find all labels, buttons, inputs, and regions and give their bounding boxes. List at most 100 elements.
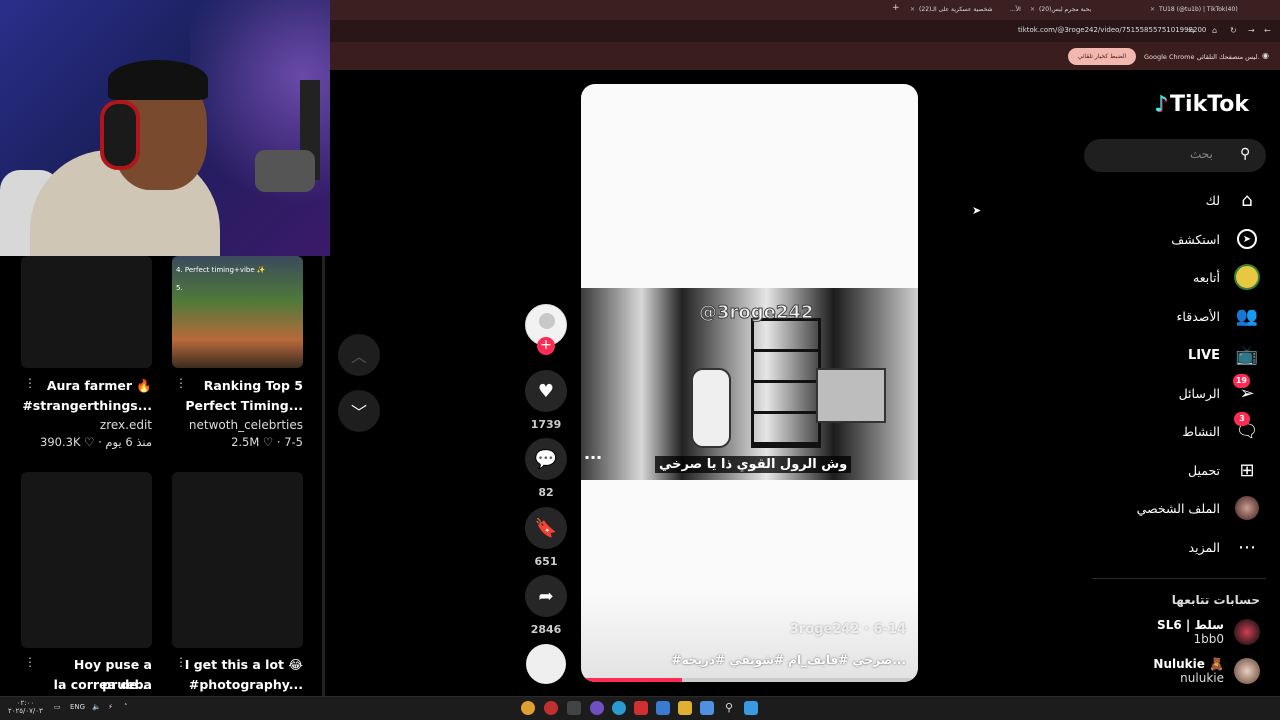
search-icon[interactable]: ⚲ (1240, 146, 1250, 162)
tab-title: (22)شخصية عسكرية على الـ (919, 6, 993, 13)
home-icon[interactable]: ⌂ (1212, 26, 1217, 35)
sidebar-item-label: الرسائل (1178, 385, 1220, 401)
default-browser-infobar (330, 42, 1280, 70)
friends-icon: 👥 (1235, 305, 1259, 327)
followed-account[interactable]: Nulukie 🧸 nulukie (1153, 657, 1260, 685)
battery-icon[interactable]: ⚡ (108, 703, 113, 711)
save-button[interactable]: 🔖 (525, 507, 567, 549)
sidebar-divider (1092, 578, 1266, 579)
follow-button[interactable]: + (537, 337, 555, 355)
forward-icon[interactable]: → (1248, 26, 1255, 35)
clock-time: ٠٢:٠٠ (16, 699, 35, 707)
app-taskbar-icon[interactable] (590, 701, 604, 715)
like-count: 1739 (530, 418, 562, 431)
edge-taskbar-icon[interactable] (612, 701, 626, 715)
tab-title: ...الأ (1010, 6, 1021, 13)
app-taskbar-icon[interactable] (700, 701, 714, 715)
sidebar-item-label: استكشف (1171, 231, 1220, 247)
activity-icon: 🗨 3 (1234, 412, 1259, 442)
store-taskbar-icon[interactable] (656, 701, 670, 715)
network-icon[interactable]: ▭ (54, 703, 61, 711)
card-title[interactable]: Aura farmer 🔥 (21, 376, 152, 396)
share-arrow-icon: ➦ (538, 585, 554, 607)
app-taskbar-icon[interactable] (567, 701, 581, 715)
share-button[interactable]: ➦ (525, 575, 567, 617)
card-title[interactable]: #strangerthings... (21, 396, 152, 416)
close-icon[interactable]: ✕ (910, 6, 915, 13)
tiktok-logo[interactable]: ♪TikTok (1154, 92, 1249, 117)
followed-account[interactable]: SL6 | سلط 1bb0 (1157, 618, 1260, 646)
compass-icon: ➤ (1234, 226, 1260, 252)
card-stats: 2.5M ♡ · 7-5 (231, 435, 303, 449)
video-player[interactable]: @3roge242 ▪ ▪ ▪ وش الرول القوي ذا يا صرخ… (581, 84, 918, 682)
back-icon[interactable]: ← (1264, 26, 1271, 35)
sidebar-item-activity[interactable]: النشاط 🗨 3 (1182, 412, 1260, 444)
sidebar-item-messages[interactable]: الرسائل ➢ 19 (1178, 374, 1260, 406)
folder-taskbar-icon[interactable] (678, 701, 692, 715)
bookmark-icon: 🔖 (534, 517, 558, 539)
video-description[interactable]: #صرخي #فايف_ام #شونقي #دريحه... (672, 653, 906, 667)
video-progress-bar[interactable] (581, 678, 918, 682)
browser-tab[interactable]: ✕ (20)بحبة مجرم ليس (1030, 3, 1130, 17)
card-author[interactable]: netwoth_celebrties (172, 418, 303, 432)
app-taskbar-icon[interactable] (544, 701, 558, 715)
sidebar-item-upload[interactable]: تحميل ⊞ (1188, 457, 1260, 483)
comment-button[interactable]: 💬 (525, 438, 567, 480)
heart-icon: ♥ (537, 380, 555, 402)
reload-icon[interactable]: ↻ (1230, 26, 1237, 35)
card-title[interactable]: I get this a lot 😂 (172, 655, 303, 675)
taskbar-clock[interactable]: ٠٢:٠٠ ٢٠٢٥/٠٧/٠٣ (8, 699, 43, 715)
sidebar-item-profile[interactable]: الملف الشخصي (1137, 495, 1260, 521)
new-tab-button[interactable]: + (892, 3, 900, 13)
card-title[interactable]: Ranking Top 5 (172, 376, 303, 396)
sidebar-item-label: LIVE (1187, 347, 1220, 363)
sidebar-item-following[interactable]: أتابعه (1193, 264, 1260, 290)
browser-tab[interactable]: ✕ TU18 (@tu1b) | TikTok(40) (1150, 3, 1250, 17)
save-count: 651 (534, 555, 558, 568)
tray-expand-icon[interactable]: ˄ (124, 703, 128, 711)
card-title[interactable]: Perfect Timing... (172, 396, 303, 416)
search-placeholder: بحث (1190, 147, 1213, 161)
browser-tab-active[interactable]: ✕ (22)شخصية عسكرية على الـ (910, 3, 1010, 17)
microphone-icon (255, 150, 315, 192)
sidebar-item-label: الأصدقاء (1176, 308, 1220, 324)
close-icon[interactable]: ✕ (1030, 6, 1035, 13)
video-thumbnail[interactable] (21, 256, 152, 368)
headset-icon (100, 100, 140, 170)
search-icon[interactable]: ⚲ (722, 701, 736, 715)
video-thumbnail[interactable] (172, 472, 303, 648)
next-video-button[interactable]: ﹀ (338, 390, 380, 432)
card-title[interactable]: la correa de... (21, 675, 152, 695)
sidebar-item-label: النشاط (1182, 423, 1220, 439)
screen: ✕ TU18 (@tu1b) | TikTok(40) ✕ (20)بحبة مجر… (0, 0, 1280, 720)
sidebar-item-more[interactable]: المزيد ⋯ (1189, 534, 1260, 560)
search-input[interactable] (1084, 139, 1266, 172)
avatar (1234, 619, 1260, 645)
close-icon[interactable]: ✕ (1150, 6, 1155, 13)
tune-icon[interactable]: ⇆ (1188, 26, 1195, 35)
sidebar-item-explore[interactable]: استكشف ➤ (1171, 226, 1260, 252)
sidebar-item-label: الملف الشخصي (1136, 500, 1220, 516)
card-title[interactable]: #photography... (172, 675, 303, 695)
feed-scrollbar[interactable] (322, 256, 325, 696)
windows-start-icon[interactable] (744, 701, 758, 715)
sidebar-item-friends[interactable]: الأصدقاء 👥 (1177, 303, 1260, 329)
video-author-date[interactable]: 3roge242 · 6-14 (790, 622, 906, 637)
volume-icon[interactable]: 🔈 (92, 703, 101, 711)
sidebar-item-for-you[interactable]: لك ⌂ (1206, 187, 1260, 213)
sound-avatar[interactable] (526, 644, 566, 684)
video-thumbnail[interactable]: 4. Perfect timing+vibe ✨ 5. (172, 256, 303, 368)
chevron-up-icon: ︿ (350, 347, 367, 366)
chrome-taskbar-icon[interactable] (521, 701, 535, 715)
set-default-button[interactable]: الضبط كخيار تلقائي (1068, 48, 1136, 65)
url-field[interactable]: tiktok.com/@3roge242/video/7515585575101… (1018, 26, 1206, 34)
previous-video-button[interactable]: ︿ (338, 334, 380, 376)
sidebar-item-live[interactable]: LIVE 📺 (1188, 342, 1260, 368)
language-indicator[interactable]: ENG (70, 703, 85, 711)
app-taskbar-icon[interactable] (634, 701, 648, 715)
video-thumbnail[interactable] (21, 472, 152, 648)
card-author[interactable]: zrex.edit (21, 418, 152, 432)
browser-tab[interactable]: ...الأ (1010, 3, 1028, 17)
like-button[interactable]: ♥ (525, 370, 567, 412)
card-stats: 390.3K ♡ · منذ 6 يوم (40, 435, 152, 449)
